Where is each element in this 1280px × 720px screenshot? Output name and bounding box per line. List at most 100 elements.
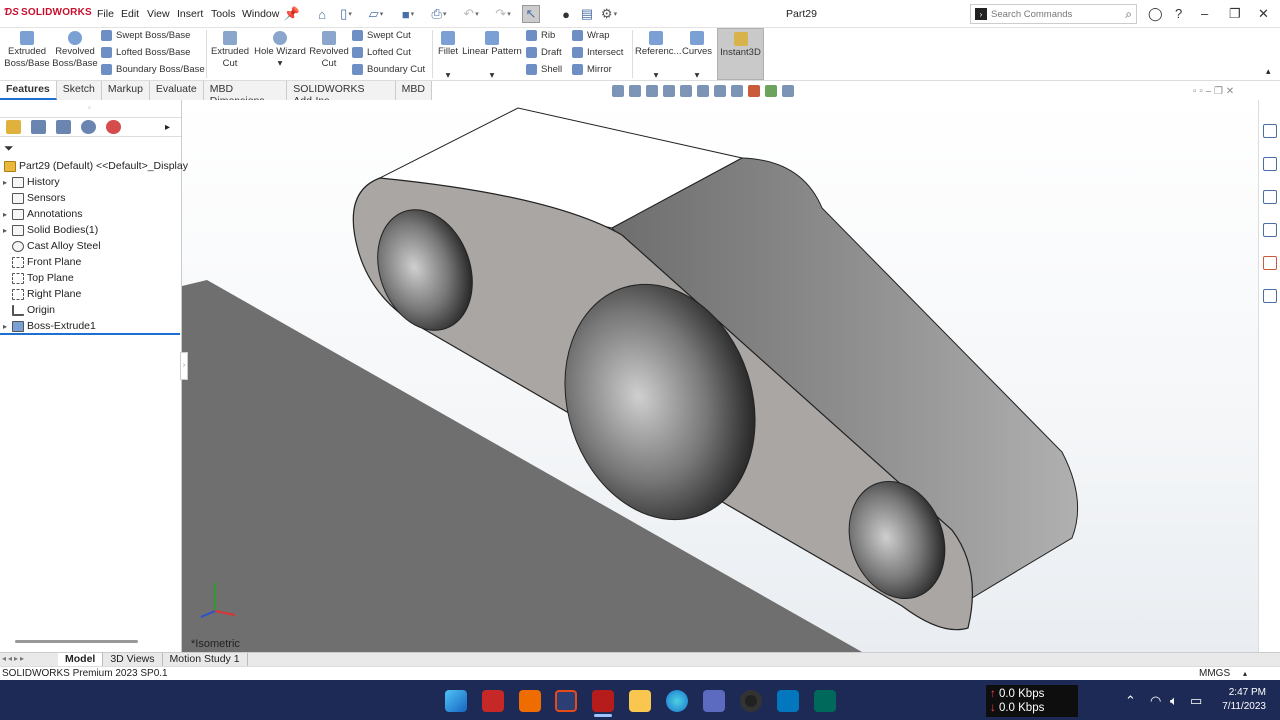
tree-item-origin[interactable]: Origin	[0, 302, 55, 318]
tree-item-material[interactable]: Cast Alloy Steel	[0, 238, 101, 254]
tab-mbd[interactable]: MBD	[396, 81, 432, 100]
reference-geometry-button[interactable]: Referenc... ▾	[635, 31, 681, 82]
intersect-button[interactable]: Intersect	[572, 47, 623, 58]
revolved-boss-button[interactable]: Revolved Boss/Base	[51, 31, 99, 70]
appearances-icon[interactable]	[1263, 256, 1277, 270]
draft-button[interactable]: Draft	[526, 47, 562, 58]
tree-root-part[interactable]: Part29 (Default) <<Default>_Display	[2, 158, 188, 174]
zoom-to-fit-icon[interactable]	[612, 85, 624, 97]
expand-arrow-icon[interactable]: ▸	[0, 178, 10, 187]
tree-item-solid-bodies[interactable]: ▸ Solid Bodies(1)	[0, 222, 98, 238]
filter-icon[interactable]: ⏷	[4, 141, 14, 156]
tab-evaluate[interactable]: Evaluate	[150, 81, 204, 100]
lofted-boss-button[interactable]: Lofted Boss/Base	[101, 47, 190, 58]
wifi-icon[interactable]: ◠	[1150, 693, 1161, 709]
tree-item-right-plane[interactable]: Right Plane	[0, 286, 81, 302]
open-icon[interactable]: ▱ ▾	[367, 5, 385, 23]
windows-start-icon[interactable]	[445, 690, 467, 712]
section-view-icon[interactable]	[663, 85, 675, 97]
menu-window[interactable]: Window	[242, 8, 279, 20]
save-icon[interactable]: ■ ▾	[399, 5, 417, 23]
chevron-up-icon[interactable]: ⌃	[1125, 693, 1136, 709]
system-clock[interactable]: 2:47 PM 7/11/2023	[1218, 686, 1266, 714]
extruded-boss-button[interactable]: Extruded Boss/Base	[4, 31, 50, 70]
previous-view-icon[interactable]	[646, 85, 658, 97]
lofted-cut-button[interactable]: Lofted Cut	[352, 47, 411, 58]
hide-show-items-icon[interactable]	[731, 85, 743, 97]
zoom-area-icon[interactable]	[629, 85, 641, 97]
print-icon[interactable]: ⎙ ▾	[430, 5, 448, 23]
home-icon[interactable]: ⌂	[313, 5, 331, 23]
chevron-down-icon[interactable]: ▾	[446, 70, 451, 81]
chevron-down-icon[interactable]: ▾	[654, 70, 659, 81]
tab-solidworks-addins[interactable]: SOLIDWORKS Add-Ins	[287, 81, 396, 107]
revolved-cut-button[interactable]: Revolved Cut	[308, 31, 350, 70]
battery-icon[interactable]: ▭	[1190, 693, 1202, 709]
tree-item-sensors[interactable]: Sensors	[0, 190, 66, 206]
wrap-button[interactable]: Wrap	[572, 30, 610, 41]
volume-icon[interactable]: 🔈︎	[1170, 693, 1178, 709]
swept-boss-button[interactable]: Swept Boss/Base	[101, 30, 190, 41]
instant3d-button[interactable]: Instant3D	[717, 28, 764, 80]
linear-pattern-button[interactable]: Linear Pattern ▾	[462, 31, 522, 82]
horizontal-scrollbar[interactable]	[15, 640, 138, 643]
chevron-down-icon[interactable]: ▾	[278, 58, 283, 69]
menu-view[interactable]: View	[147, 8, 170, 20]
tab-model[interactable]: Model	[58, 653, 104, 666]
tree-item-annotations[interactable]: ▸ Annotations	[0, 206, 82, 222]
rib-button[interactable]: Rib	[526, 30, 555, 41]
tab-features[interactable]: Features	[0, 81, 57, 100]
solidworks-logo[interactable]: ƊS SOLIDWORKS	[4, 7, 92, 18]
menu-file[interactable]: File	[97, 8, 114, 20]
tab-mbd-dimensions[interactable]: MBD Dimensions	[204, 81, 288, 107]
rollback-bar[interactable]	[0, 333, 180, 335]
collapse-ribbon-icon[interactable]: ▴	[1266, 66, 1271, 77]
mirror-button[interactable]: Mirror	[572, 64, 612, 75]
file-explorer-icon[interactable]	[1263, 190, 1277, 204]
minimize-icon[interactable]: –	[1201, 6, 1208, 21]
panel-grip-icon[interactable]: ◦	[88, 103, 91, 112]
rebuild-icon[interactable]: ●	[557, 5, 575, 23]
dimxpertmanager-icon[interactable]	[81, 120, 96, 134]
tree-item-front-plane[interactable]: Front Plane	[0, 254, 81, 270]
help-icon[interactable]: ?	[1175, 6, 1182, 21]
view-palette-icon[interactable]	[1263, 223, 1277, 237]
file-explorer-taskbar-icon[interactable]	[629, 690, 651, 712]
shell-button[interactable]: Shell	[526, 64, 562, 75]
configurationmanager-icon[interactable]	[56, 120, 71, 134]
redo-icon[interactable]: ↷ ▾	[494, 5, 512, 23]
search-commands-field[interactable]: › Search Commands ⌕	[970, 4, 1137, 24]
unit-system[interactable]: MMGS	[1199, 667, 1230, 680]
expand-arrow-icon[interactable]: ▸	[0, 322, 10, 331]
featuremanager-tree-icon[interactable]	[6, 120, 21, 134]
fillet-button[interactable]: Fillet ▾	[435, 31, 461, 82]
custom-properties-icon[interactable]	[1263, 289, 1277, 303]
expand-arrow-icon[interactable]: ▸	[0, 210, 10, 219]
search-icon[interactable]: ⌕	[1125, 7, 1132, 22]
app-icon[interactable]	[814, 690, 836, 712]
chevron-up-icon[interactable]: ▴	[1243, 667, 1247, 680]
autocad-icon[interactable]	[482, 690, 504, 712]
viewport-window-controls-icon[interactable]: ▫ ▫ – ❐ ✕	[1193, 86, 1234, 97]
tree-item-boss-extrude1[interactable]: ▸ Boss-Extrude1	[0, 318, 96, 334]
app-icon[interactable]	[555, 690, 577, 712]
select-cursor-icon[interactable]: ↖	[522, 5, 540, 23]
options-gear-icon[interactable]: ⚙ ▾	[600, 5, 618, 23]
tab-motion-study[interactable]: Motion Study 1	[163, 653, 248, 666]
new-document-icon[interactable]: ▯ ▾	[337, 5, 355, 23]
boundary-cut-button[interactable]: Boundary Cut	[352, 64, 425, 75]
file-properties-icon[interactable]: ▤	[578, 5, 596, 23]
edit-appearance-icon[interactable]	[748, 85, 760, 97]
menu-insert[interactable]: Insert	[177, 8, 203, 20]
tab-sketch[interactable]: Sketch	[57, 81, 102, 100]
extruded-cut-button[interactable]: Extruded Cut	[209, 31, 251, 70]
tree-item-history[interactable]: ▸ History	[0, 174, 60, 190]
edge-icon[interactable]	[666, 690, 688, 712]
solidworks-resources-icon[interactable]	[1263, 124, 1277, 138]
restore-icon[interactable]: ❐	[1229, 6, 1241, 22]
remote-app-icon[interactable]	[777, 690, 799, 712]
apply-scene-icon[interactable]	[765, 85, 777, 97]
chevron-down-icon[interactable]: ▾	[695, 70, 700, 81]
chevron-right-icon[interactable]: ▸	[165, 122, 170, 133]
propertymanager-icon[interactable]	[31, 120, 46, 134]
